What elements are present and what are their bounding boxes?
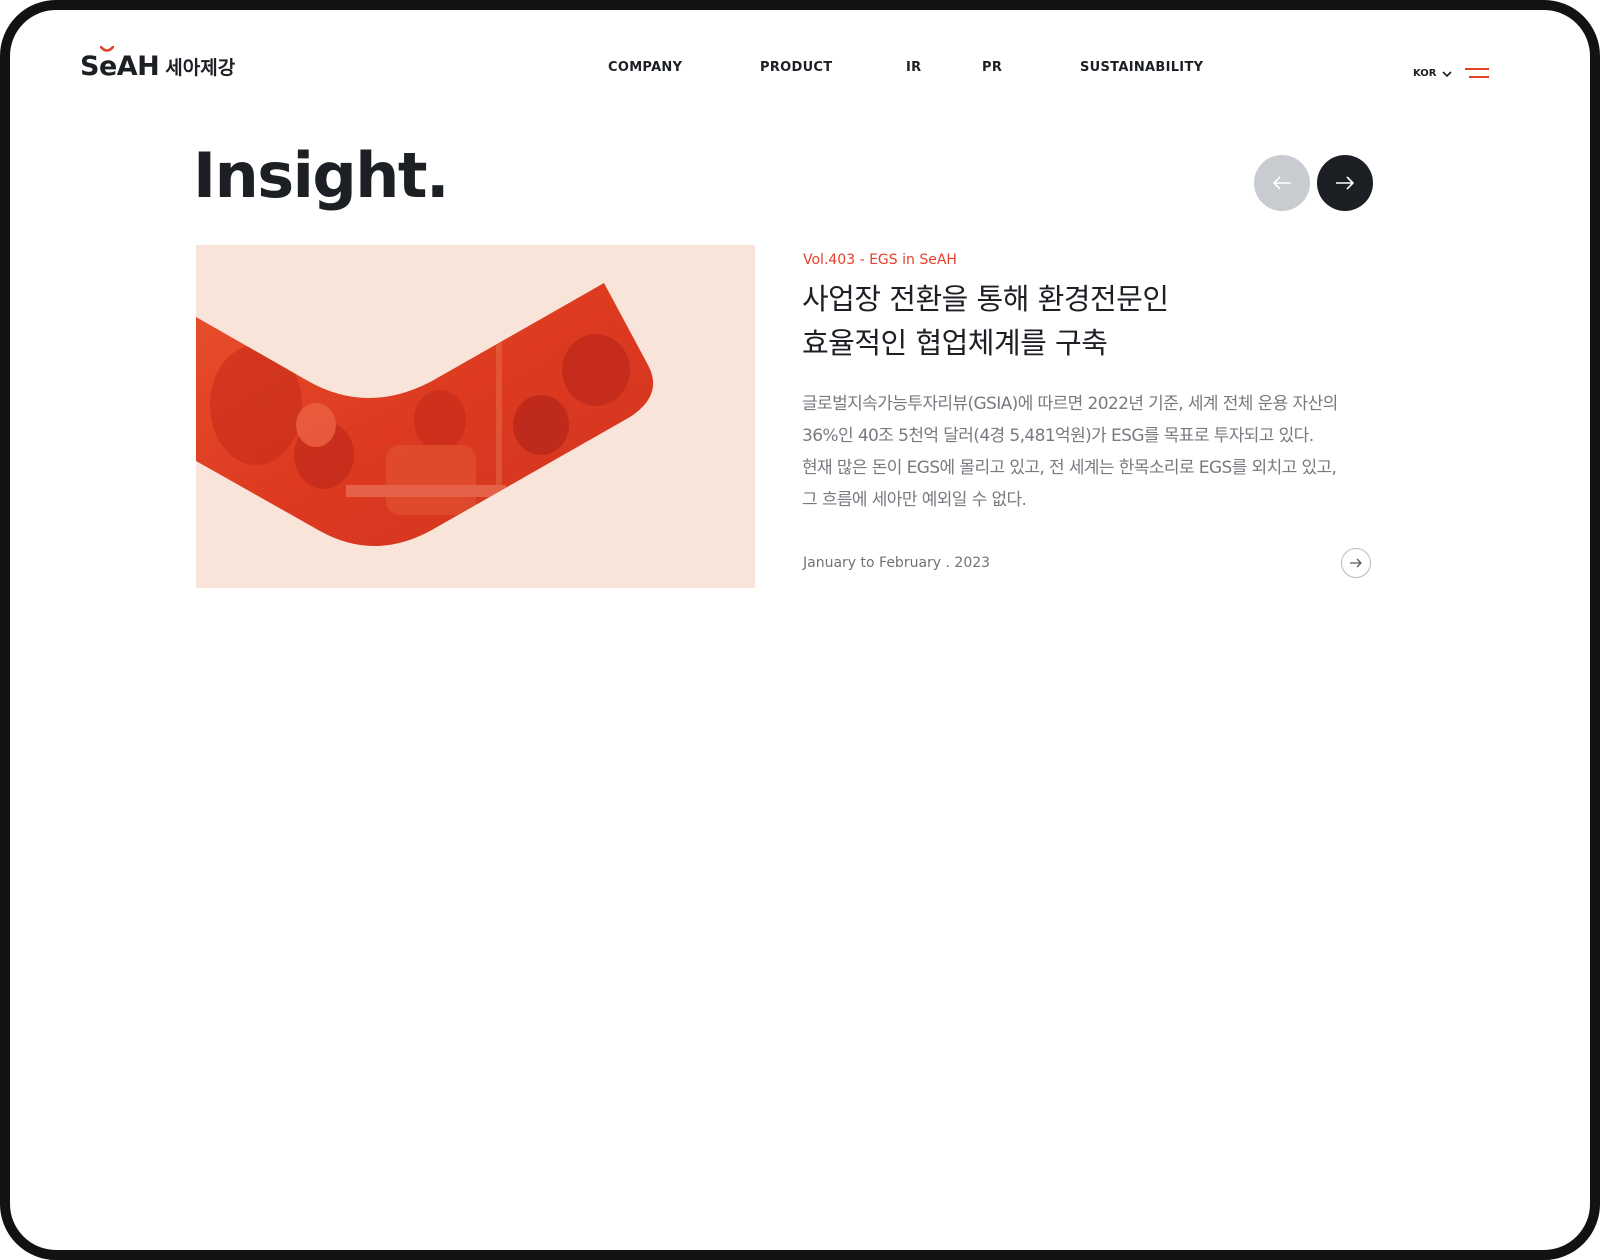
device-frame: SeAH 세아제강 COMPANY PRODUCT IR PR SUSTAINA…: [0, 0, 1600, 1260]
article-date: January to February . 2023: [803, 555, 991, 571]
arrow-right-icon: [1336, 176, 1355, 190]
arrow-right-circle-icon: [1350, 558, 1362, 568]
nav-product[interactable]: PRODUCT: [760, 60, 832, 75]
article-thumbnail[interactable]: [196, 245, 755, 588]
description-line: 36%인 40조 5천억 달러(4경 5,481억원)가 ESG를 목표로 투자…: [802, 426, 1314, 446]
article-headline[interactable]: 사업장 전환을 통해 환경전문인 효율적인 협업체계를 구축: [802, 277, 1362, 365]
logo-swoosh-icon: [100, 46, 114, 52]
global-nav: COMPANY PRODUCT IR PR SUSTAINABILITY: [0, 60, 1600, 80]
headline-line: 사업장 전환을 통해 환경전문인: [802, 282, 1169, 316]
check-shape-image: [196, 283, 654, 546]
language-label: KOR: [1413, 68, 1437, 79]
slider-prev-button[interactable]: [1254, 155, 1310, 211]
hamburger-line-top: [1465, 68, 1489, 70]
chevron-down-icon: [1441, 70, 1452, 77]
slider-next-button[interactable]: [1317, 155, 1373, 211]
description-line: 그 흐름에 세아만 예외일 수 없다.: [802, 490, 1027, 510]
arrow-left-icon: [1272, 176, 1291, 190]
hamburger-line-bottom: [1469, 76, 1489, 78]
nav-company[interactable]: COMPANY: [608, 60, 682, 75]
nav-ir[interactable]: IR: [906, 60, 921, 75]
headline-line: 효율적인 협업체계를 구축: [802, 326, 1108, 360]
nav-sustainability[interactable]: SUSTAINABILITY: [1080, 60, 1203, 75]
description-line: 글로벌지속가능투자리뷰(GSIA)에 따르면 2022년 기준, 세계 전체 운…: [802, 394, 1338, 414]
article-volume: Vol.403 - EGS in SeAH: [803, 252, 957, 268]
hamburger-icon[interactable]: [1463, 66, 1489, 82]
article-description: 글로벌지속가능투자리뷰(GSIA)에 따르면 2022년 기준, 세계 전체 운…: [802, 388, 1382, 516]
nav-pr[interactable]: PR: [982, 60, 1002, 75]
language-selector[interactable]: KOR: [1413, 68, 1452, 79]
description-line: 현재 많은 돈이 EGS에 몰리고 있고, 전 세계는 한목소리로 EGS를 외…: [802, 458, 1337, 478]
read-more-button[interactable]: [1341, 548, 1371, 578]
section-title: Insight.: [193, 139, 450, 212]
